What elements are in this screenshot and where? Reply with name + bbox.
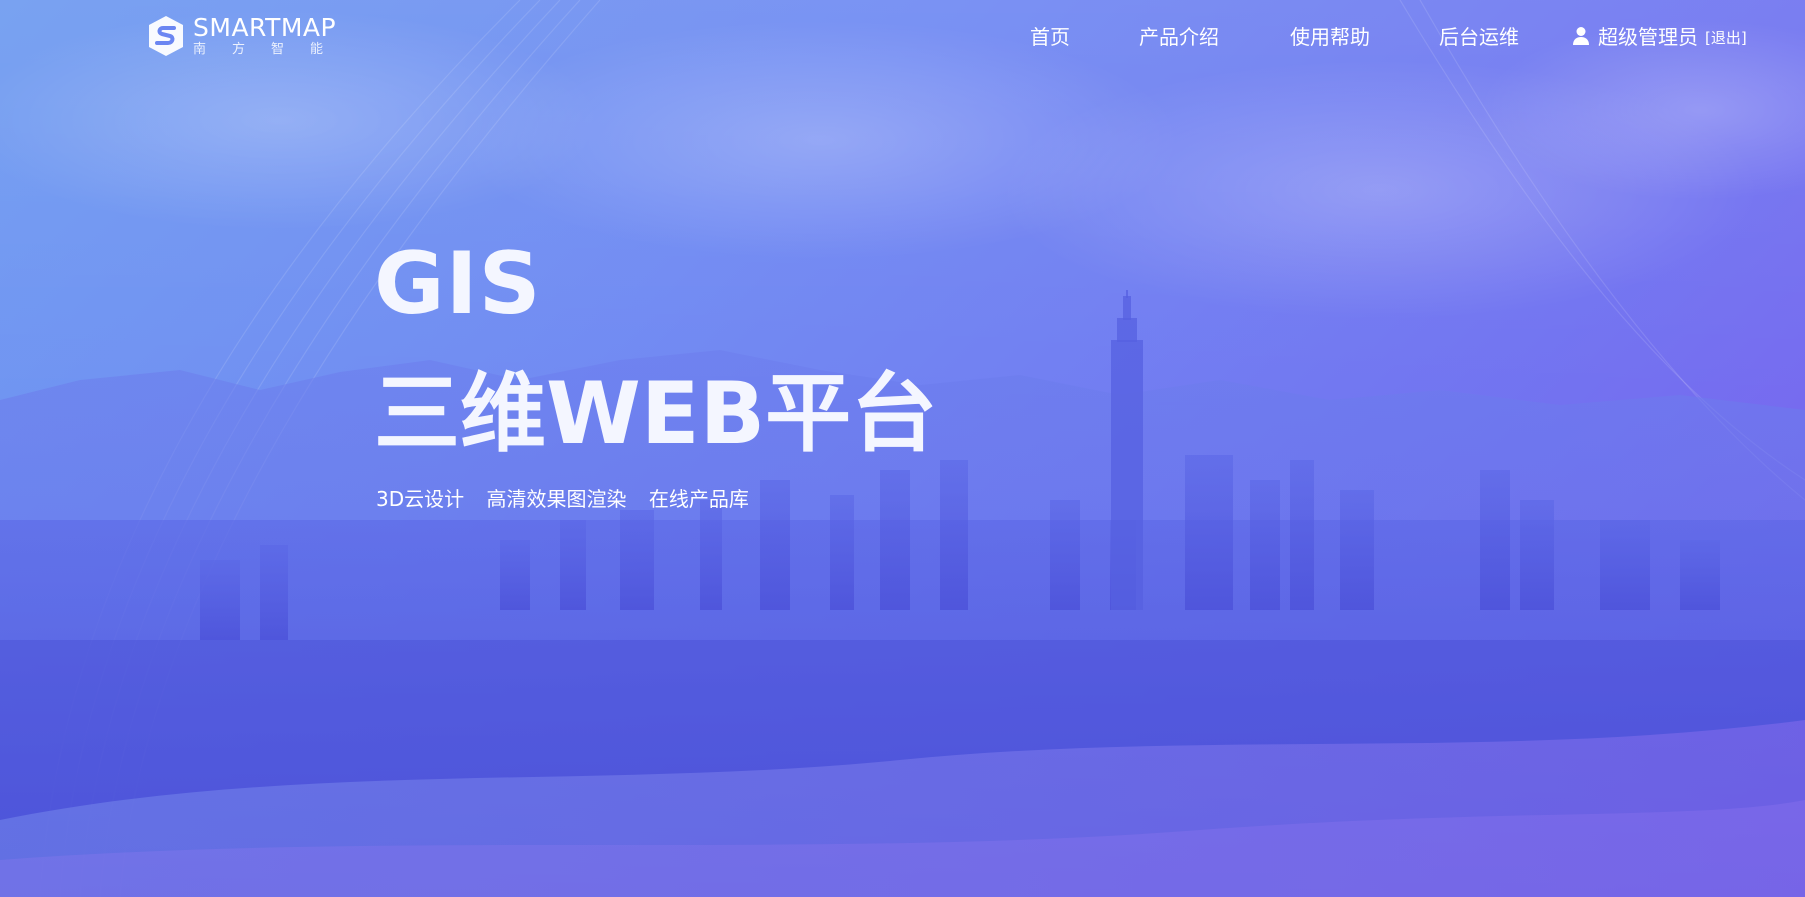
nav-item-admin[interactable]: 后台运维 (1439, 22, 1519, 52)
user-icon (1573, 27, 1589, 45)
cube-s-logo-icon (149, 16, 183, 56)
nav-item-home[interactable]: 首页 (1030, 22, 1070, 52)
logout-link[interactable]: [退出] (1705, 26, 1747, 50)
feature-product-library: 在线产品库 (648, 487, 749, 511)
brand-subtitle: 南方智能 (193, 42, 350, 57)
nav-item-product[interactable]: 产品介绍 (1139, 22, 1219, 52)
feature-3d-design: 3D云设计 (376, 487, 465, 511)
hero-features: 3D云设计 高清效果图渲染 在线产品库 (376, 484, 765, 514)
feature-render: 高清效果图渲染 (486, 487, 627, 511)
brand-name: SMARTMAP (193, 13, 337, 42)
brand-logo[interactable]: SMARTMAP 南方智能 (146, 14, 346, 58)
top-header: SMARTMAP 南方智能 首页 产品介绍 使用帮助 后台运维 超级管理员 [退… (0, 0, 1805, 72)
hero-title-line-1: GIS (374, 234, 542, 334)
hero-title-line-2: 三维WEB平台 (374, 364, 938, 464)
nav-item-help[interactable]: 使用帮助 (1290, 22, 1370, 52)
user-name: 超级管理员 (1598, 25, 1698, 49)
